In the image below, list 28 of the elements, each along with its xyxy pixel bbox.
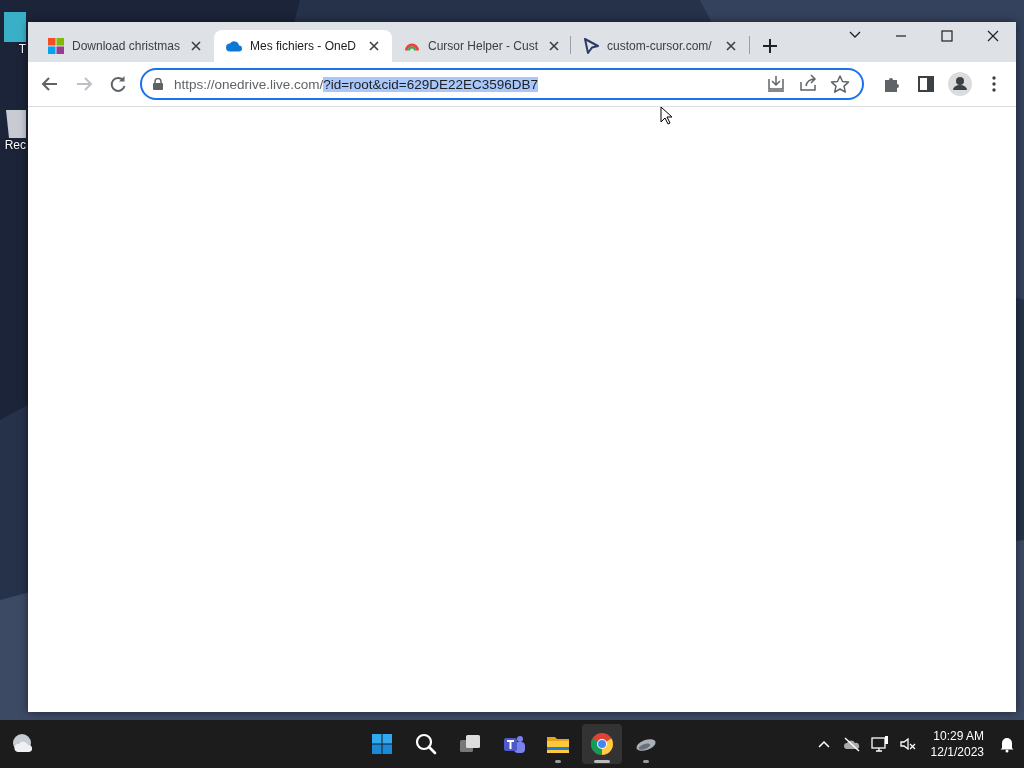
folder-icon [547,737,569,753]
browser-tab[interactable]: Mes fichiers - OneD [214,30,392,62]
four-squares-icon [48,38,64,54]
cloud-off-icon[interactable] [842,735,861,753]
browser-tab[interactable]: custom-cursor.com/ [571,30,749,62]
browser-tab[interactable]: Download christmas [36,30,214,62]
desktop-icon-label: Rec [4,138,26,152]
recycle-bin-icon[interactable] [4,108,26,138]
search-icon [415,733,437,755]
chrome-logo-icon [591,733,613,755]
speaker-muted-icon[interactable] [898,735,917,753]
lock-icon [152,78,164,90]
address-bar[interactable]: https://onedrive.live.com/?id=root&cid=629DE22EC3596DB7 [140,68,864,100]
desktop-icon-label: T [18,42,26,56]
teams-icon [504,736,525,753]
clock-time[interactable]: 10:29 AM [933,728,984,744]
taskbar-app-button[interactable] [582,724,622,764]
clock-date[interactable]: 12/1/2023 [930,744,984,760]
url-text[interactable]: https://onedrive.live.com/?id=root&cid=629DE22EC3596DB7 [174,76,760,92]
app-tile-icon[interactable] [4,12,26,42]
bell-icon[interactable] [998,735,1016,753]
browser-tab[interactable]: Cursor Helper - Cust [392,30,570,62]
task-view-icon [460,735,480,752]
cloud-icon [226,38,242,54]
windows-logo-icon [372,734,392,754]
mouse-icon [636,739,656,751]
cursor-arrow-icon [583,38,599,54]
network-icon[interactable] [870,735,889,753]
